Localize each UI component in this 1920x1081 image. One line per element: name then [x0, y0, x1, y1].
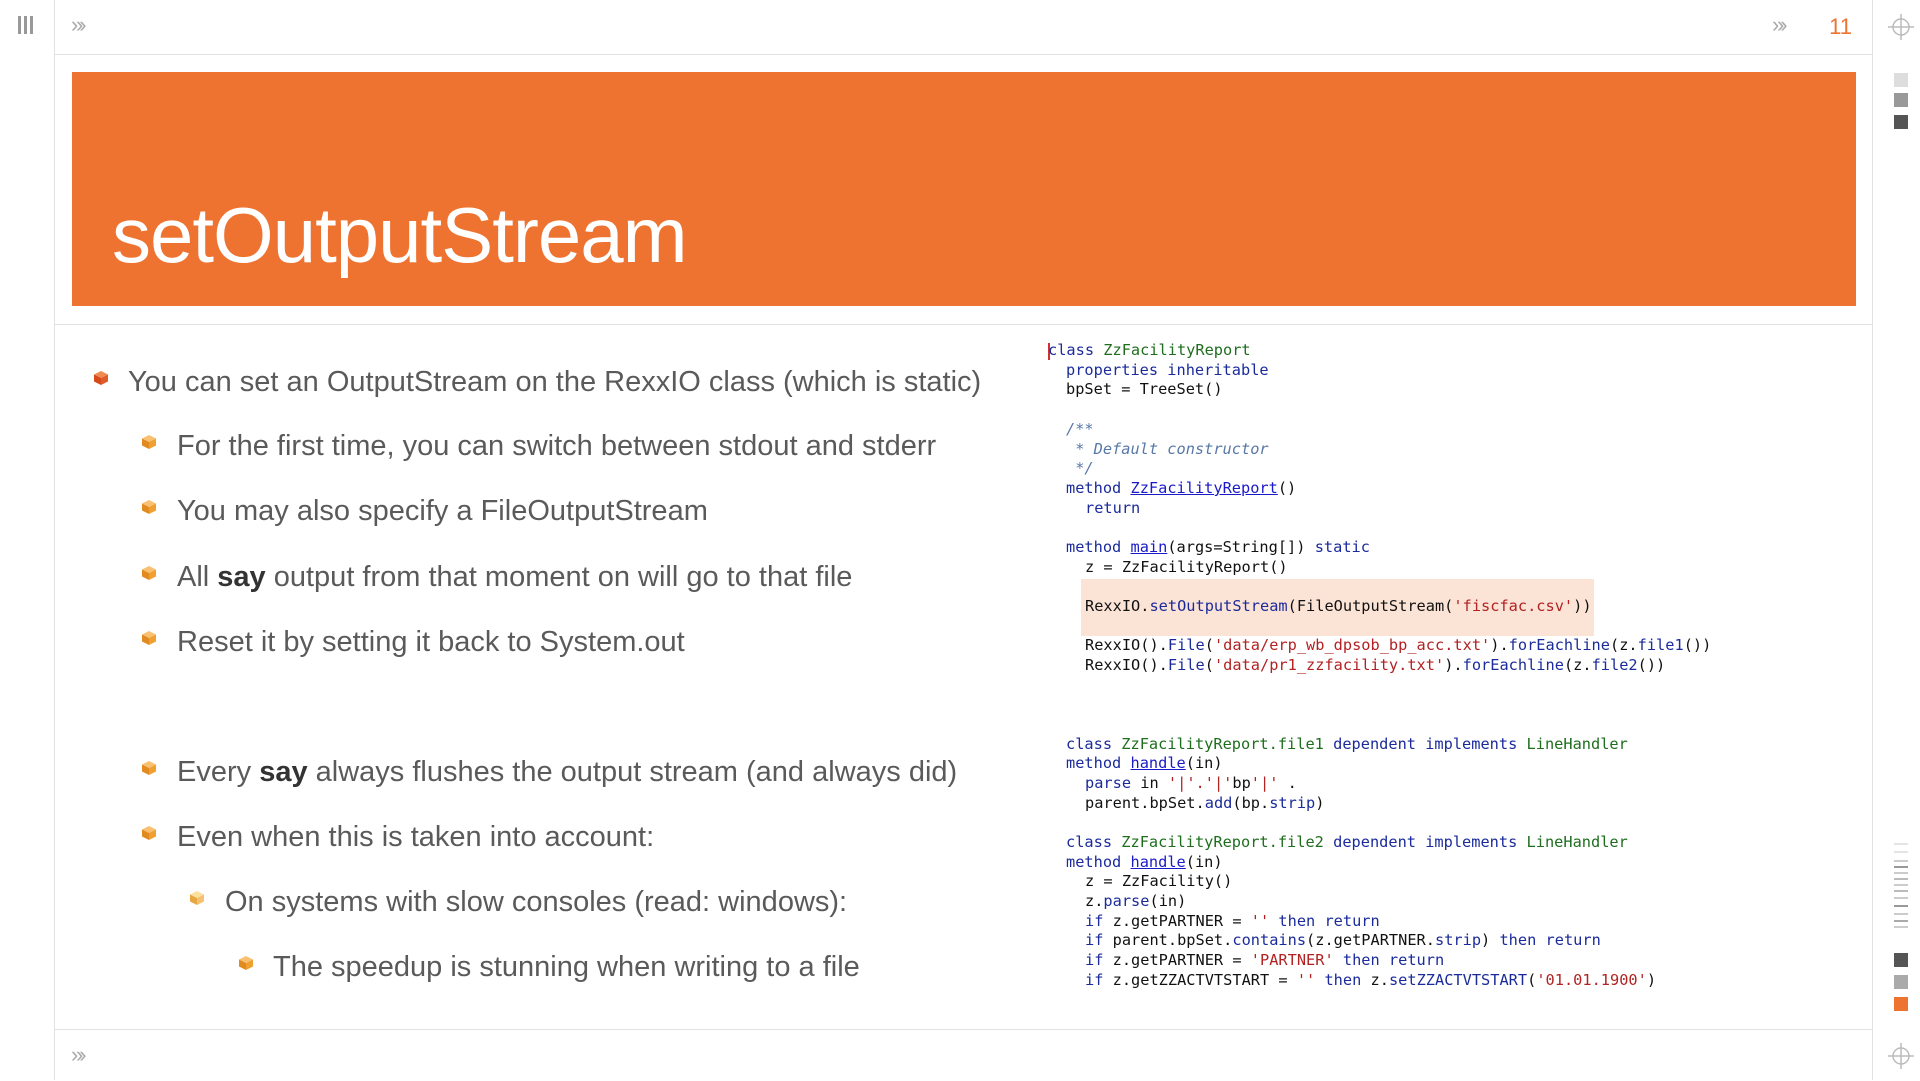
- bullet-text: You may also specify a FileOutputStream: [177, 495, 708, 527]
- bullet-text: The speedup is stunning when writing to …: [273, 951, 860, 983]
- cube-bullet-icon: [142, 566, 156, 580]
- left-rail: [0, 0, 55, 1080]
- code-comment-line: /**: [1066, 420, 1094, 438]
- cube-bullet-icon: [142, 435, 156, 449]
- swatch-dark[interactable]: [1894, 953, 1908, 967]
- code-line: RexxIO().File('data/pr1_zzfacility.txt')…: [1085, 656, 1666, 674]
- minimap-tick: [1894, 890, 1908, 892]
- cube-bullet-icon: [142, 631, 156, 645]
- minimap-tick: [1894, 872, 1908, 874]
- minimap-tick: [1894, 884, 1908, 886]
- code-line: z = ZzFacility(): [1085, 872, 1233, 890]
- bullet-text: Every say always flushes the output stre…: [177, 756, 958, 788]
- code-comment-line: * Default constructor: [1066, 440, 1269, 458]
- code-line: properties inheritable: [1066, 361, 1269, 379]
- code-comment-line: */: [1066, 459, 1094, 477]
- bullet-text: All say output from that moment on will …: [177, 561, 853, 593]
- code-line: if z.getPARTNER = 'PARTNER' then return: [1085, 951, 1445, 969]
- expand-bottom-chevron-icon[interactable]: »›: [71, 1042, 86, 1068]
- cube-bullet-icon: [94, 371, 108, 385]
- minimap-tick: [1894, 920, 1908, 922]
- crosshair-icon[interactable]: [1888, 14, 1914, 40]
- cube-bullet-icon: [142, 826, 156, 840]
- bullet-text: You can set an OutputStream on the RexxI…: [128, 366, 982, 398]
- title-band: setOutputStream: [72, 72, 1856, 306]
- swatch-accent[interactable]: [1894, 997, 1908, 1011]
- crosshair-icon[interactable]: [1888, 1043, 1914, 1069]
- bullet-text: For the first time, you can switch betwe…: [177, 430, 937, 462]
- page-number: 11: [1829, 14, 1852, 39]
- theme-swatch-dark[interactable]: [1894, 115, 1908, 129]
- code-line: bpSet = TreeSet(): [1066, 380, 1223, 398]
- slide-title: setOutputStream: [112, 191, 688, 279]
- minimap-tick: [1894, 851, 1908, 853]
- title-divider: [55, 324, 1872, 325]
- minimap-tick: [1894, 843, 1908, 845]
- theme-swatch-medium[interactable]: [1894, 93, 1908, 107]
- code-line: class ZzFacilityReport: [1048, 341, 1251, 359]
- code-line: z.parse(in): [1085, 892, 1187, 910]
- expand-left-chevron-icon[interactable]: »›: [71, 12, 86, 38]
- expand-right-chevron-icon[interactable]: »›: [1772, 12, 1787, 38]
- code-line: if z.getPARTNER = '' then return: [1085, 912, 1380, 930]
- bullet-text: On systems with slow consoles (read: win…: [225, 886, 848, 918]
- code-line: if z.getZZACTVTSTART = '' then z.setZZAC…: [1085, 971, 1657, 989]
- minimap-tick: [1894, 905, 1908, 907]
- code-line: method ZzFacilityReport(): [1066, 479, 1297, 497]
- code-line: method handle(in): [1066, 853, 1223, 871]
- code-line: parent.bpSet.add(bp.strip): [1085, 794, 1325, 812]
- minimap-tick: [1894, 926, 1908, 928]
- minimap-tick: [1894, 866, 1908, 868]
- cube-bullet-icon: [142, 500, 156, 514]
- minimap-tick: [1894, 860, 1908, 862]
- code-line: z = ZzFacilityReport(): [1085, 558, 1288, 576]
- minimap-tick: [1894, 897, 1908, 899]
- cube-bullet-icon: [190, 891, 204, 905]
- cube-bullet-icon: [142, 761, 156, 775]
- right-rail: [1872, 0, 1920, 1080]
- highlighted-code-line: RexxIO.setOutputStream(FileOutputStream(…: [1085, 597, 1592, 615]
- bullet-text: Even when this is taken into account:: [177, 821, 655, 853]
- code-line: parse in '|'.'|'bp'|' .: [1085, 774, 1297, 792]
- minimap-tick: [1894, 913, 1908, 915]
- code-line: method main(args=String[]) static: [1066, 538, 1370, 556]
- minimap-tick: [1894, 878, 1908, 880]
- code-snippet: class ZzFacilityReport properties inheri…: [1048, 341, 1712, 1001]
- code-line: class ZzFacilityReport.file1 dependent i…: [1066, 735, 1628, 753]
- code-line: if parent.bpSet.contains(z.getPARTNER.st…: [1085, 931, 1601, 949]
- code-line: method handle(in): [1066, 754, 1223, 772]
- cube-bullet-icon: [239, 956, 253, 970]
- top-bar: »› »› 11: [55, 0, 1872, 55]
- bottom-bar: »›: [55, 1029, 1872, 1081]
- swatch-grey[interactable]: [1894, 975, 1908, 989]
- code-line: RexxIO().File('data/erp_wb_dpsob_bp_acc.…: [1085, 636, 1712, 654]
- theme-swatch-light[interactable]: [1894, 73, 1908, 87]
- bullet-text: Reset it by setting it back to System.ou…: [177, 626, 685, 658]
- code-line: class ZzFacilityReport.file2 dependent i…: [1066, 833, 1628, 851]
- menu-icon[interactable]: [18, 16, 34, 34]
- code-line: return: [1085, 499, 1141, 517]
